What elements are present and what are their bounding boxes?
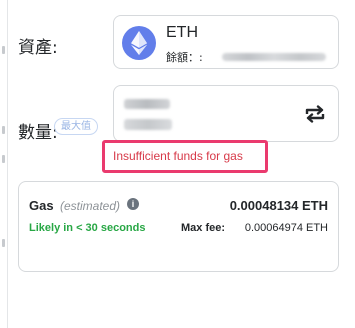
- ethereum-icon: [122, 26, 156, 60]
- left-panel-edge: [0, 0, 8, 328]
- gas-title: Gas: [29, 198, 54, 213]
- asset-name: ETH: [166, 24, 198, 41]
- gas-estimated-label: (estimated): [60, 199, 121, 213]
- error-message: Insufficient funds for gas: [113, 149, 243, 163]
- error-message-box: Insufficient funds for gas: [102, 140, 268, 173]
- edge-mark: [2, 126, 5, 134]
- amount-value-redacted: [124, 99, 170, 109]
- amount-input[interactable]: [113, 85, 339, 142]
- balance-label: 餘額：:: [166, 51, 203, 64]
- max-amount-button[interactable]: 最大值: [54, 118, 98, 135]
- edge-mark: [2, 155, 5, 163]
- info-icon[interactable]: i: [127, 198, 139, 210]
- edge-mark: [2, 239, 5, 247]
- asset-selector[interactable]: ETH 餘額：:: [113, 15, 339, 69]
- fiat-value-redacted: [124, 119, 172, 130]
- asset-label: 資產:: [18, 38, 58, 58]
- edge-mark: [2, 46, 5, 54]
- balance-value-redacted: [222, 53, 326, 61]
- gas-fee-card: Gas (estimated) i 0.00048134 ETH Likely …: [18, 181, 339, 272]
- gas-amount: 0.00048134 ETH: [229, 198, 328, 213]
- gas-likely-time: Likely in < 30 seconds: [29, 222, 146, 234]
- swap-arrows-icon[interactable]: [304, 105, 326, 123]
- max-fee-label: Max fee:: [181, 222, 226, 234]
- max-fee-value: 0.00064974 ETH: [244, 222, 328, 234]
- amount-label: 數量:: [18, 123, 58, 143]
